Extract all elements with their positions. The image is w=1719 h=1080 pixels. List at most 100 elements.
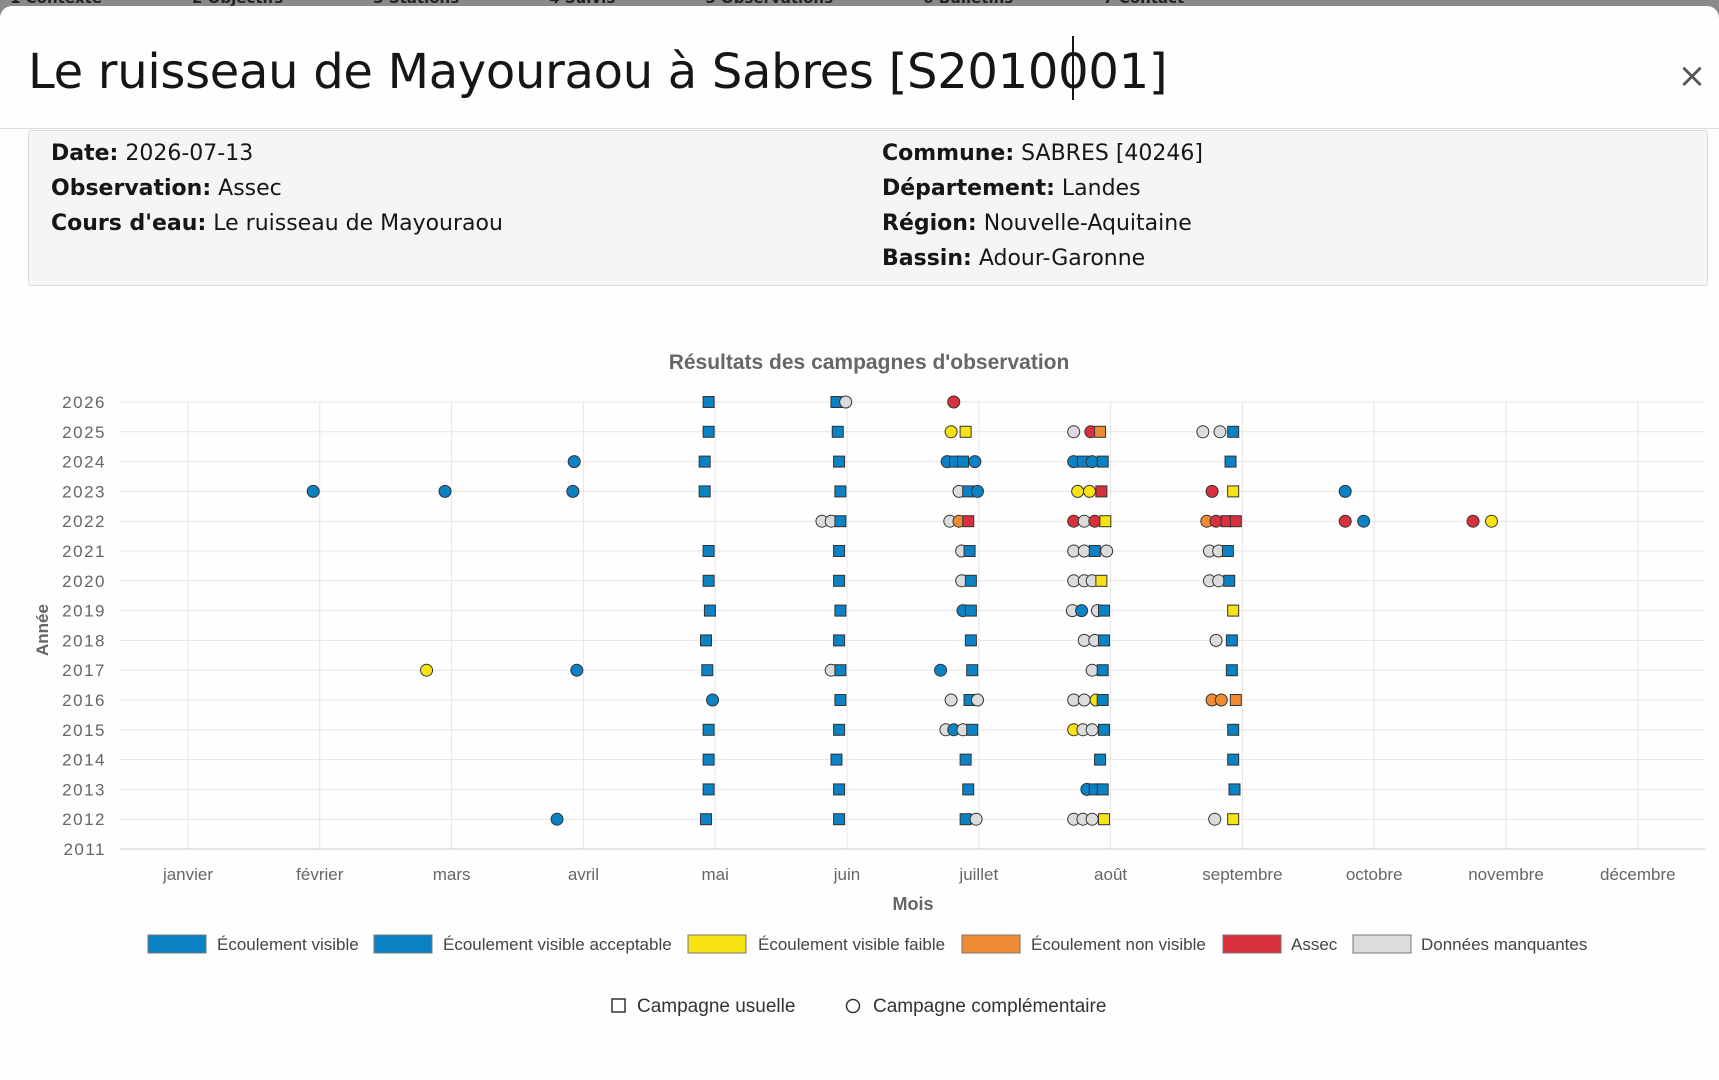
- data-point-square: [1225, 634, 1238, 647]
- data-point-square: [1227, 813, 1240, 826]
- y-tick-label: 2014: [62, 751, 106, 770]
- info-cours-eau: Cours d'eau: Le ruisseau de Mayouraou: [51, 211, 503, 246]
- x-tick-label: mai: [701, 865, 728, 884]
- legend-swatch: [687, 934, 747, 954]
- data-point-square: [1095, 574, 1108, 587]
- modal-title: Le ruisseau de Mayouraou à Sabres [S2010…: [28, 44, 1168, 100]
- data-point-circle: [306, 484, 320, 498]
- data-point-square: [966, 664, 979, 677]
- data-point-circle: [1338, 484, 1352, 498]
- data-point-square: [1224, 455, 1237, 468]
- info-value: 2026-07-13: [125, 141, 254, 166]
- data-point-circle: [438, 484, 452, 498]
- data-point-square: [963, 545, 976, 557]
- x-tick-label: juillet: [958, 865, 998, 884]
- data-point-circle: [944, 693, 958, 707]
- data-point-square: [833, 455, 846, 468]
- data-point-circle: [970, 484, 984, 498]
- data-point-circle: [566, 484, 580, 498]
- data-point-circle: [1067, 425, 1081, 439]
- close-button[interactable]: ×: [1672, 56, 1712, 96]
- info-label: Bassin:: [882, 246, 972, 271]
- data-point-circle: [944, 425, 958, 439]
- data-point-circle: [970, 693, 984, 707]
- data-point-square: [1098, 634, 1111, 647]
- data-point-square: [962, 783, 975, 796]
- data-point-square: [1229, 515, 1242, 528]
- data-point-square: [1095, 485, 1108, 498]
- legend-label: Écoulement visible acceptable: [443, 935, 672, 954]
- data-point-circle: [1083, 484, 1097, 498]
- y-tick-label: 2022: [62, 512, 106, 531]
- data-point-square: [831, 425, 844, 438]
- y-tick-label: 2017: [62, 661, 106, 680]
- x-tick-label: novembre: [1468, 865, 1544, 884]
- data-point-square: [830, 753, 843, 766]
- data-point-square: [1223, 574, 1236, 587]
- data-point-circle: [1085, 663, 1099, 677]
- data-point-square: [964, 574, 977, 587]
- data-point-circle: [706, 693, 720, 707]
- legend-swatch: [373, 934, 433, 954]
- data-point-square: [959, 813, 972, 826]
- data-point-square: [1227, 753, 1240, 766]
- x-tick-label: décembre: [1600, 865, 1676, 884]
- info-value: SABRES [40246]: [1021, 141, 1203, 166]
- data-point-square: [702, 425, 715, 438]
- data-point-circle: [1085, 455, 1099, 469]
- data-point-square: [1098, 604, 1111, 617]
- data-point-circle: [567, 455, 581, 469]
- data-point-square: [702, 753, 715, 766]
- info-date: Date: 2026-07-13: [51, 141, 503, 176]
- data-point-circle: [1205, 484, 1219, 498]
- data-point-square: [1096, 694, 1109, 706]
- data-point-square: [698, 455, 711, 468]
- data-point-square: [1098, 723, 1111, 736]
- y-tick-label: 2021: [62, 542, 106, 561]
- data-point-square: [833, 634, 846, 647]
- data-point-circle: [1466, 514, 1480, 528]
- legend-label: Écoulement visible: [217, 935, 359, 954]
- data-point-circle: [570, 663, 584, 677]
- data-point-square: [1096, 783, 1109, 796]
- data-point-square: [959, 753, 972, 766]
- data-point-circle: [1214, 693, 1228, 707]
- data-point-square: [1227, 723, 1240, 736]
- y-tick-label: 2025: [62, 423, 106, 442]
- data-point-square: [702, 574, 715, 587]
- data-point-square: [1099, 515, 1112, 528]
- legend-swatch: [1352, 934, 1412, 954]
- data-point-square: [834, 604, 847, 617]
- y-tick-label: 2026: [62, 393, 106, 412]
- x-axis-label: Mois: [892, 894, 933, 914]
- info-label: Observation:: [51, 176, 212, 201]
- data-point-square: [702, 783, 715, 796]
- data-point-square: [701, 664, 714, 677]
- data-point-square: [1227, 425, 1240, 438]
- text-cursor: [1072, 36, 1074, 100]
- data-point-square: [833, 783, 846, 796]
- data-point-square: [702, 723, 715, 736]
- x-tick-label: mars: [433, 865, 471, 884]
- data-point-circle: [947, 395, 961, 409]
- station-info-panel: Date: 2026-07-13 Observation: Assec Cour…: [28, 130, 1708, 286]
- data-point-circle: [1085, 812, 1099, 826]
- data-point-square: [834, 485, 847, 498]
- legend-circle-symbol: [845, 998, 861, 1014]
- info-value: Nouvelle-Aquitaine: [983, 211, 1192, 236]
- x-tick-label: avril: [568, 865, 599, 884]
- x-tick-label: janvier: [162, 865, 213, 884]
- data-point-square: [1096, 664, 1109, 677]
- chart-title: Résultats des campagnes d'observation: [669, 351, 1070, 374]
- data-point-square: [966, 723, 979, 736]
- data-point-square: [1225, 664, 1238, 677]
- data-point-square: [833, 574, 846, 587]
- y-tick-label: 2012: [62, 810, 106, 829]
- data-point-square: [833, 545, 846, 557]
- legend-label: Campagne complémentaire: [873, 996, 1106, 1017]
- legend-label: Campagne usuelle: [637, 996, 795, 1017]
- info-column-left: Date: 2026-07-13 Observation: Assec Cour…: [51, 141, 503, 246]
- data-point-square: [1098, 813, 1111, 826]
- y-tick-label: 2013: [62, 780, 106, 799]
- data-point-circle: [1357, 514, 1371, 528]
